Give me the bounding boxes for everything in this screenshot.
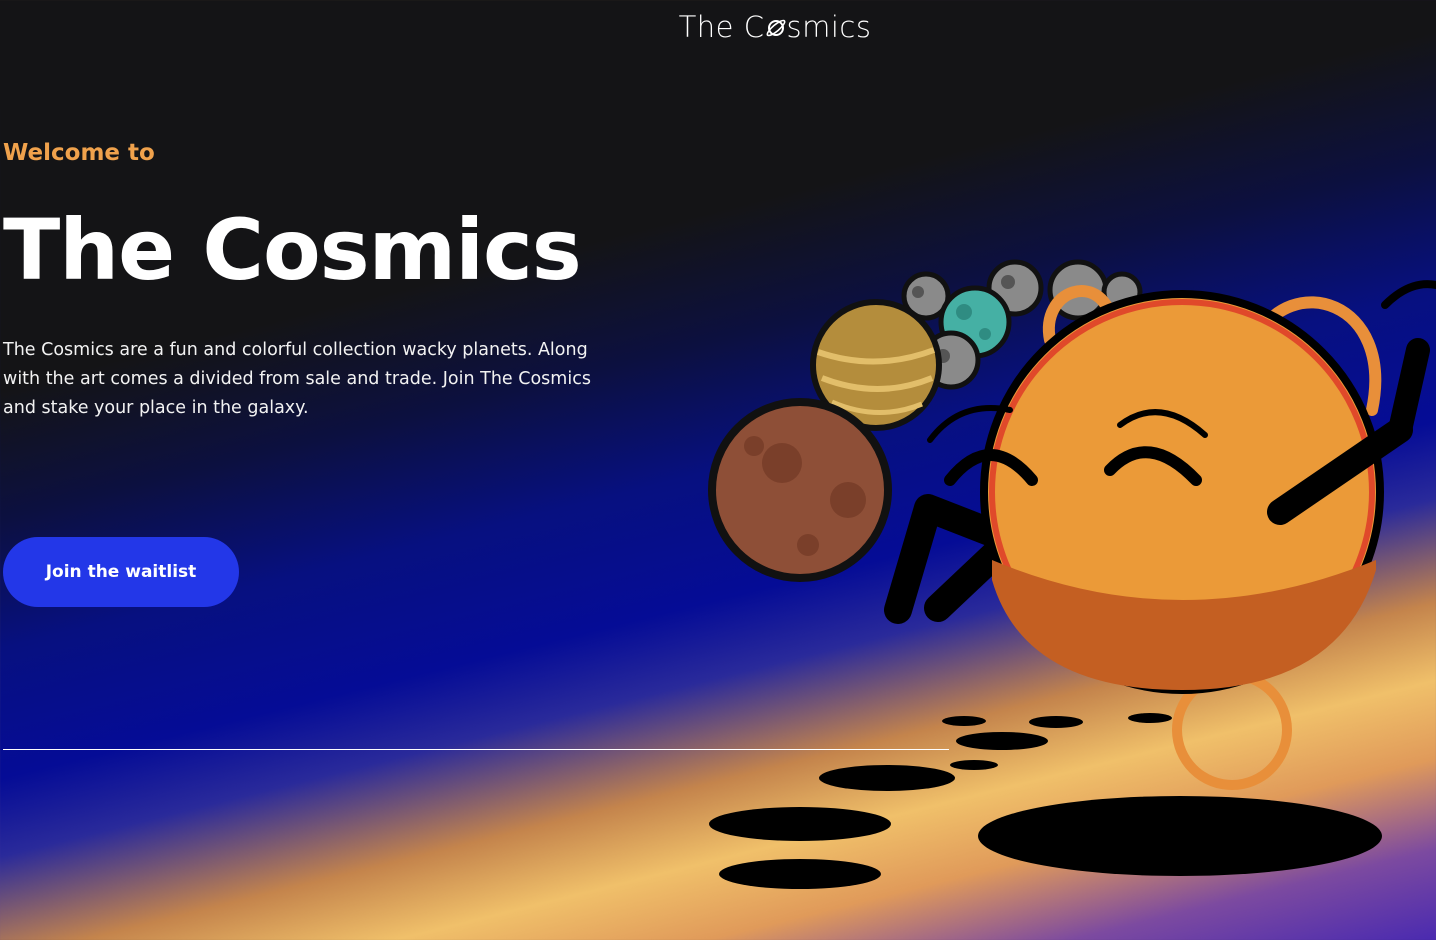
join-waitlist-button[interactable]: Join the waitlist: [3, 537, 239, 607]
site-logo[interactable]: The C smics: [0, 10, 1436, 44]
planets-illustration: [708, 259, 1436, 889]
hero-description: The Cosmics are a fun and colorful colle…: [3, 340, 591, 418]
logo-text-prefix: The C: [678, 10, 765, 44]
hero-section: Welcome to The Cosmics The Cosmics are a…: [3, 140, 623, 423]
logo-text-suffix: smics: [786, 10, 872, 44]
hero-eyebrow: Welcome to: [3, 140, 155, 166]
hero-title: The Cosmics: [3, 201, 582, 299]
brown-planet: [708, 398, 892, 582]
planet-ring-icon: [765, 12, 786, 37]
shadow-spots: [709, 713, 1382, 889]
